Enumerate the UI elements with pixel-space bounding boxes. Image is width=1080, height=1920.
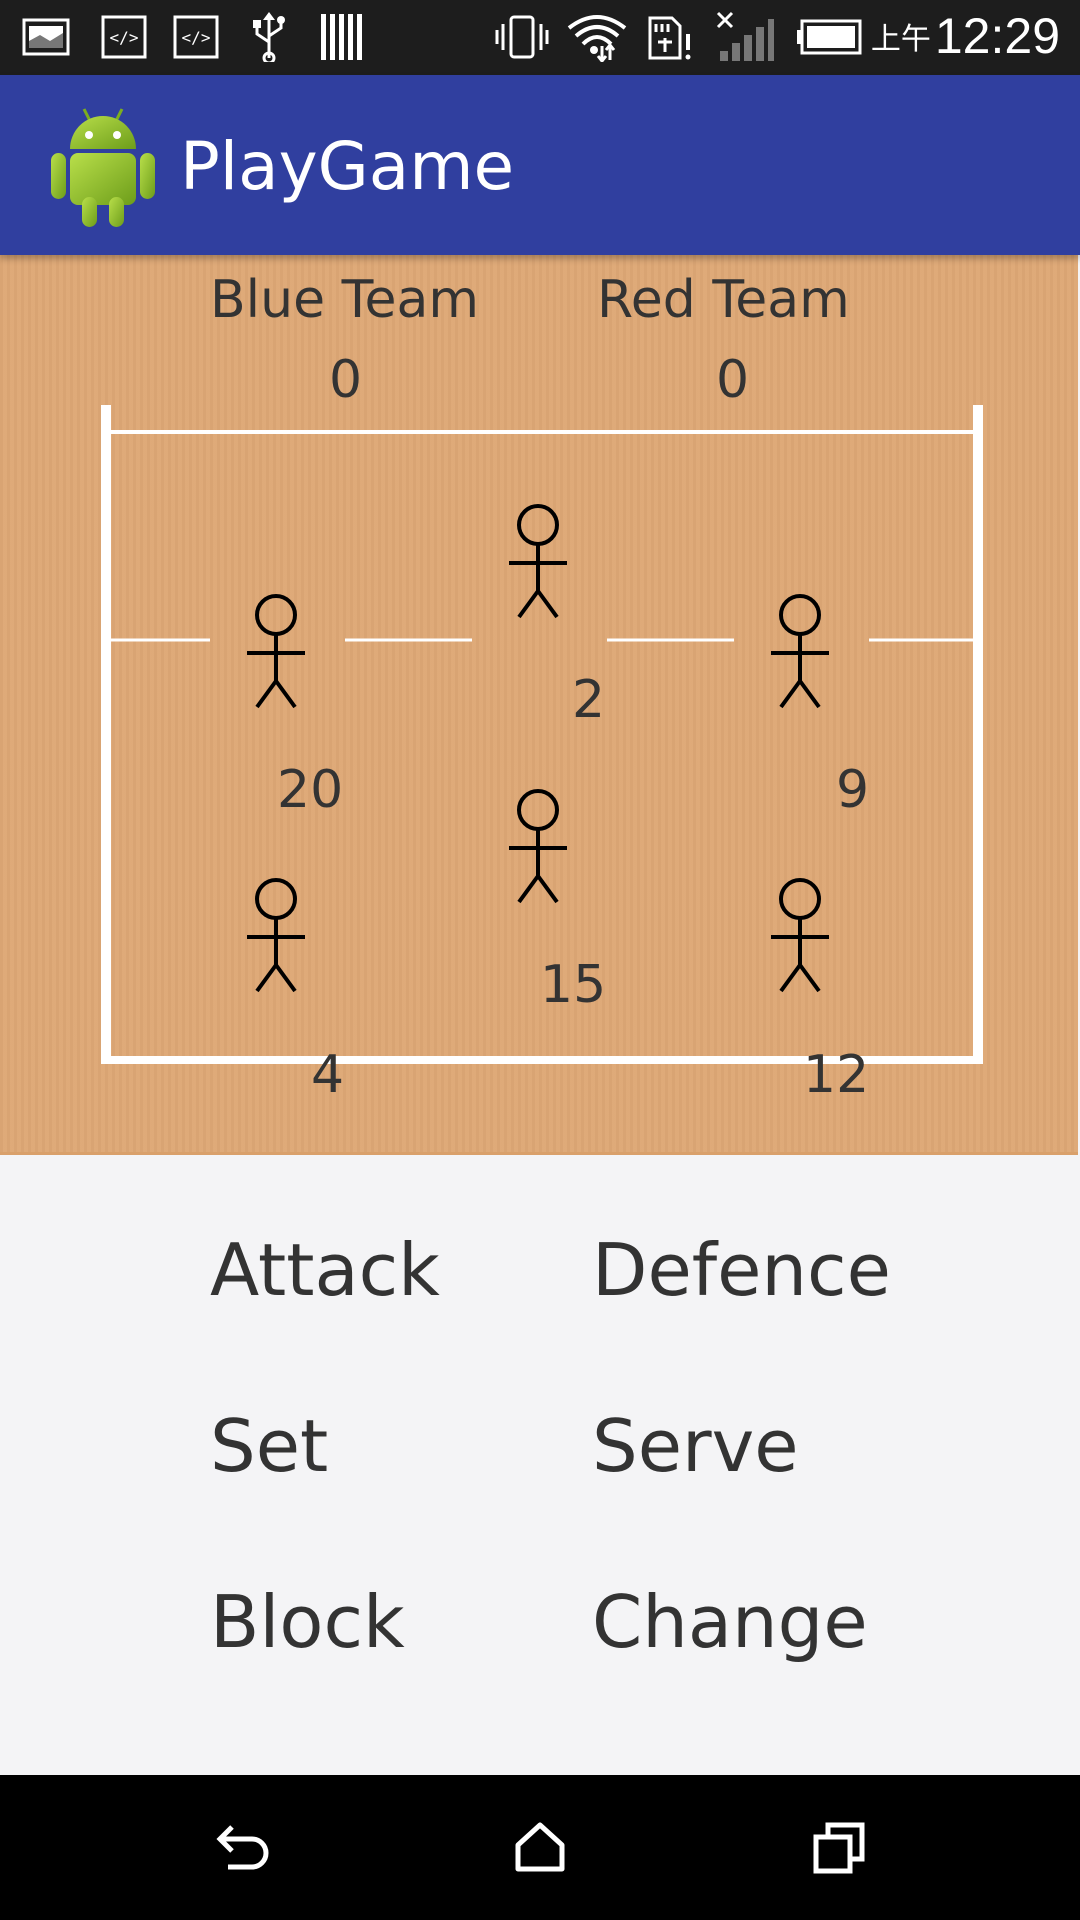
player-number: 15	[540, 955, 607, 1015]
svg-text:</>: </>	[182, 28, 211, 47]
player-figure[interactable]	[503, 503, 573, 623]
wifi-icon	[566, 14, 628, 62]
clock-ampm: 上午	[870, 23, 931, 56]
player-figure[interactable]	[241, 877, 311, 997]
clock-time: 12:29	[934, 8, 1060, 64]
player-number: 9	[836, 760, 870, 820]
app-title: PlayGame	[180, 128, 515, 205]
player-number: 20	[277, 760, 344, 820]
player-figure[interactable]	[765, 877, 835, 997]
back-icon	[216, 1825, 269, 1870]
no-signal-icon	[716, 11, 776, 61]
player-figure[interactable]	[503, 788, 573, 908]
vibrate-icon	[492, 14, 552, 60]
status-clock: 上午12:29	[871, 6, 1060, 70]
app-bar: PlayGame	[0, 75, 1080, 255]
screen: </> </> 上午12:29 PlayGame Blue Team Red T…	[0, 0, 1080, 1920]
block-button[interactable]: Block	[210, 1577, 405, 1667]
action-panel: Attack Defence Set Serve Block Change	[0, 1155, 1080, 1775]
red-team-label: Red Team	[597, 270, 850, 330]
player-number: 12	[803, 1045, 870, 1105]
battery-icon	[796, 14, 864, 60]
change-button[interactable]: Change	[592, 1577, 868, 1667]
navigation-bar	[0, 1775, 1080, 1920]
set-button[interactable]: Set	[210, 1401, 328, 1491]
blue-team-label: Blue Team	[210, 270, 480, 330]
red-team-score: 0	[716, 350, 750, 410]
player-figure[interactable]	[765, 593, 835, 713]
blue-team-score: 0	[329, 350, 363, 410]
code-icon: </>	[100, 14, 148, 60]
court-area: Blue Team Red Team 0 0 20 2 9 4 15 12	[0, 255, 1078, 1155]
player-figure[interactable]	[241, 593, 311, 713]
player-number: 4	[311, 1045, 345, 1105]
attack-button[interactable]: Attack	[210, 1225, 440, 1315]
svg-text:</>: </>	[110, 28, 139, 47]
usb-icon	[246, 12, 292, 62]
code-icon: </>	[172, 14, 220, 60]
status-bar: </> </> 上午12:29	[0, 0, 1080, 75]
recents-button[interactable]	[800, 1807, 880, 1887]
serve-button[interactable]: Serve	[592, 1401, 799, 1491]
player-number: 2	[572, 670, 606, 730]
barcode-icon	[318, 14, 364, 60]
recents-icon	[813, 1822, 865, 1874]
volleyball-court	[101, 405, 983, 1064]
home-button[interactable]	[500, 1807, 580, 1887]
sd-card-alert-icon	[646, 14, 694, 60]
android-robot-icon	[51, 108, 155, 227]
home-icon	[515, 1822, 565, 1872]
defence-button[interactable]: Defence	[592, 1225, 891, 1315]
image-icon	[22, 14, 70, 60]
back-button[interactable]	[200, 1807, 280, 1887]
